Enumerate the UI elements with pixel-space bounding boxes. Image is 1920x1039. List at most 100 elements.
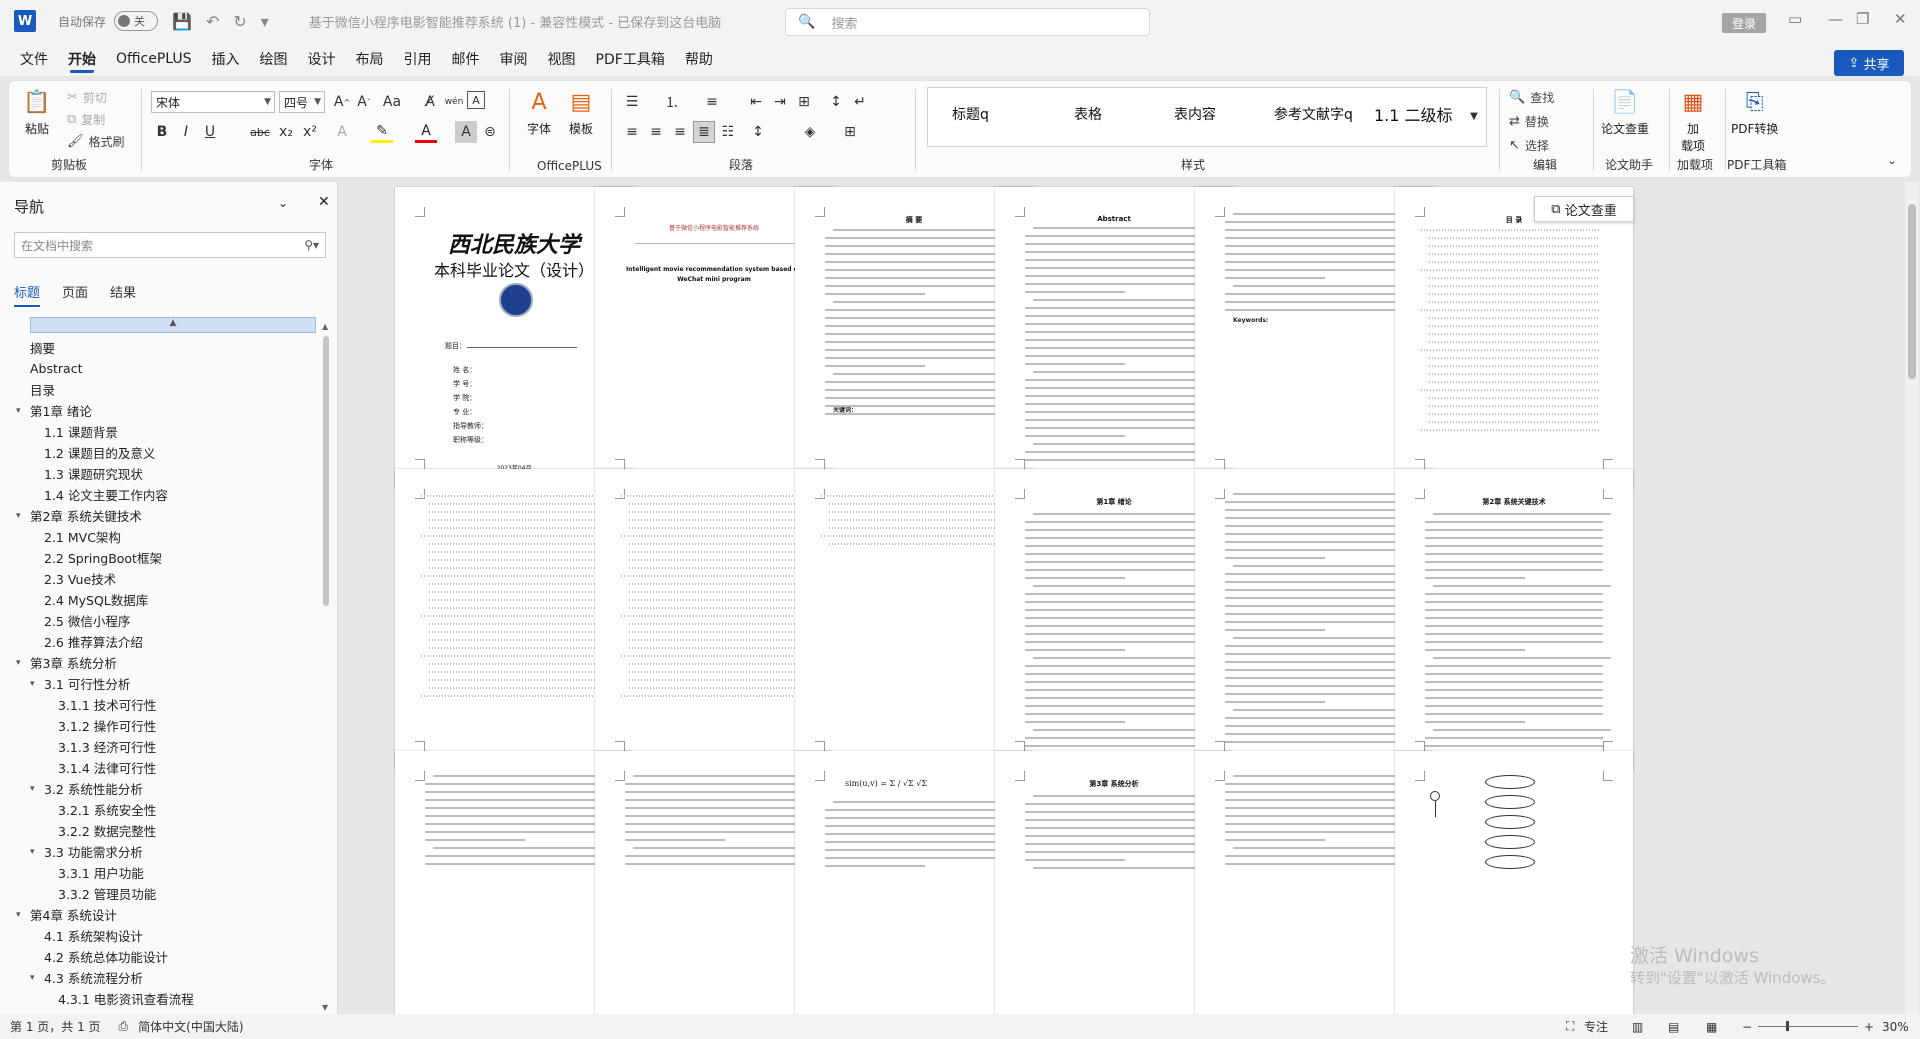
- nav-item[interactable]: 摘要: [16, 337, 316, 358]
- align-left-icon[interactable]: ≡: [621, 121, 643, 143]
- tab-pdf-tools[interactable]: PDF工具箱: [586, 42, 675, 76]
- cut-button[interactable]: ✂ 剪切: [67, 89, 107, 106]
- nav-item[interactable]: ▾ 3.2 系统性能分析: [16, 778, 316, 799]
- align-center-icon[interactable]: ≡: [645, 121, 667, 143]
- expand-toggle-icon[interactable]: ▾: [16, 910, 30, 920]
- nav-item[interactable]: 4.1 系统架构设计: [16, 925, 316, 946]
- nav-scrollbar[interactable]: ▲ ▼: [322, 322, 330, 1012]
- document-area[interactable]: 西北民族大学 本科毕业论文（设计） 题目： 姓 名： 学 号： 学 院： 专 业…: [338, 182, 1903, 1014]
- multilevel-list-icon[interactable]: ≡: [701, 91, 723, 113]
- document-scrollbar[interactable]: [1905, 182, 1919, 1014]
- redo-icon[interactable]: ↻: [233, 12, 246, 31]
- nav-item[interactable]: 1.2 课题目的及意义: [16, 442, 316, 463]
- nav-item[interactable]: 2.5 微信小程序: [16, 610, 316, 631]
- autosave-toggle[interactable]: 关: [114, 11, 159, 31]
- chinese-layout-icon[interactable]: ⊞: [793, 91, 815, 113]
- tab-draw[interactable]: 绘图: [250, 42, 298, 76]
- focus-label[interactable]: 专注: [1584, 1018, 1608, 1035]
- line-spacing-icon[interactable]: ↕: [747, 121, 769, 143]
- nav-scroll-thumb[interactable]: [323, 336, 329, 606]
- paste-button[interactable]: 📋 粘贴: [21, 87, 53, 137]
- nav-item[interactable]: 3.1.3 经济可行性: [16, 736, 316, 757]
- scroll-up-icon[interactable]: ▲: [322, 322, 328, 331]
- copy-button[interactable]: ⧉ 复制: [67, 111, 105, 128]
- nav-tab-results[interactable]: 结果: [110, 282, 136, 307]
- nav-item[interactable]: 1.1 课题背景: [16, 421, 316, 442]
- zoom-out-icon[interactable]: −: [1742, 1020, 1752, 1034]
- proofing-icon[interactable]: ⎙: [119, 1019, 129, 1034]
- nav-options-icon[interactable]: ⌄: [278, 196, 288, 210]
- collapse-ribbon-icon[interactable]: ⌄: [1881, 149, 1903, 171]
- officeplus-font-button[interactable]: A 字体: [523, 87, 555, 137]
- bold-icon[interactable]: B: [151, 121, 173, 143]
- nav-item[interactable]: 3.3.1 用户功能: [16, 862, 316, 883]
- grow-font-icon[interactable]: A ^: [331, 91, 353, 113]
- focus-icon[interactable]: ⛶: [1566, 1019, 1574, 1034]
- nav-item[interactable]: 3.2.1 系统安全性: [16, 799, 316, 820]
- tab-view[interactable]: 视图: [538, 42, 586, 76]
- scroll-down-icon[interactable]: ▼: [322, 1003, 328, 1012]
- nav-item[interactable]: 4.3.1 电影资讯查看流程: [16, 988, 316, 1007]
- nav-item[interactable]: ▾ 第3章 系统分析: [16, 652, 316, 673]
- styles-more-icon[interactable]: ▼: [1463, 105, 1485, 127]
- italic-icon[interactable]: I: [175, 121, 197, 143]
- nav-item[interactable]: ▾ 3.3 功能需求分析: [16, 841, 316, 862]
- font-color-icon[interactable]: A: [415, 121, 437, 143]
- print-layout-icon[interactable]: ▤: [1668, 1020, 1679, 1034]
- document-scroll-thumb[interactable]: [1908, 204, 1916, 379]
- sort-icon[interactable]: ↕: [825, 91, 847, 113]
- justify-icon[interactable]: ≣: [693, 121, 715, 143]
- zoom-in-icon[interactable]: +: [1864, 1020, 1874, 1034]
- expand-toggle-icon[interactable]: ▾: [30, 679, 44, 689]
- increase-indent-icon[interactable]: ⇥: [769, 91, 791, 113]
- search-box[interactable]: 🔍 搜索: [785, 8, 1150, 36]
- distributed-icon[interactable]: ☷: [717, 121, 739, 143]
- minimize-icon[interactable]: —: [1828, 10, 1843, 28]
- nav-item[interactable]: ▾ 3.1 可行性分析: [16, 673, 316, 694]
- tab-file[interactable]: 文件: [10, 42, 58, 76]
- nav-item[interactable]: ▾ 4.3 系统流程分析: [16, 967, 316, 988]
- numbering-icon[interactable]: ⒈: [661, 91, 683, 113]
- nav-search-input[interactable]: 在文档中搜索 ⚲▾: [14, 232, 326, 258]
- style-references[interactable]: 参考文献字q: [1274, 104, 1353, 124]
- text-effects-icon[interactable]: A: [331, 121, 353, 143]
- nav-item[interactable]: ▾ 第1章 绪论: [16, 400, 316, 421]
- nav-item[interactable]: 3.3.2 管理员功能: [16, 883, 316, 904]
- borders-icon[interactable]: ⊞: [839, 121, 861, 143]
- char-shading-icon[interactable]: A: [455, 121, 477, 143]
- tab-insert[interactable]: 插入: [202, 42, 250, 76]
- replace-button[interactable]: ⇄ 替换: [1509, 113, 1549, 130]
- align-right-icon[interactable]: ≡: [669, 121, 691, 143]
- style-heading-2[interactable]: 1.1 二级标: [1374, 102, 1453, 126]
- ribbon-display-icon[interactable]: ▭: [1788, 10, 1802, 28]
- close-icon[interactable]: ✕: [1894, 10, 1907, 28]
- font-name-combo[interactable]: 宋体 ▼: [151, 91, 275, 113]
- share-button[interactable]: ⇪ 共享: [1834, 50, 1904, 76]
- nav-item[interactable]: 目录: [16, 379, 316, 400]
- nav-item[interactable]: 2.3 Vue技术: [16, 568, 316, 589]
- tab-home[interactable]: 开始: [58, 42, 106, 76]
- page-toc-1[interactable]: 目 录: [1395, 187, 1633, 489]
- paper-check-button[interactable]: 📄 论文查重: [1601, 87, 1649, 137]
- enclose-char-icon[interactable]: ⊜: [479, 121, 501, 143]
- zoom-level[interactable]: 30%: [1882, 1020, 1909, 1034]
- customize-qat-icon[interactable]: ▾: [261, 12, 269, 31]
- tab-layout[interactable]: 布局: [346, 42, 394, 76]
- style-table[interactable]: 表格: [1074, 104, 1102, 124]
- web-layout-icon[interactable]: ▦: [1706, 1020, 1717, 1034]
- char-border-icon[interactable]: A: [467, 91, 485, 109]
- officeplus-template-button[interactable]: ▤ 模板: [565, 87, 597, 137]
- page-chapter-2[interactable]: 第2章 系统关键技术: [1395, 469, 1633, 771]
- search-icon[interactable]: ⚲▾: [304, 238, 319, 252]
- nav-item[interactable]: Abstract: [16, 358, 316, 379]
- nav-item[interactable]: 2.4 MySQL数据库: [16, 589, 316, 610]
- expand-toggle-icon[interactable]: ▾: [16, 658, 30, 668]
- shrink-font-icon[interactable]: Aˇ: [353, 91, 375, 113]
- superscript-icon[interactable]: x²: [299, 121, 321, 143]
- nav-tab-pages[interactable]: 页面: [62, 282, 88, 307]
- zoom-slider[interactable]: [1758, 1021, 1858, 1031]
- strikethrough-icon[interactable]: abc: [249, 121, 271, 143]
- nav-item[interactable]: 3.1.2 操作可行性: [16, 715, 316, 736]
- nav-item[interactable]: 2.2 SpringBoot框架: [16, 547, 316, 568]
- nav-item[interactable]: 3.1.1 技术可行性: [16, 694, 316, 715]
